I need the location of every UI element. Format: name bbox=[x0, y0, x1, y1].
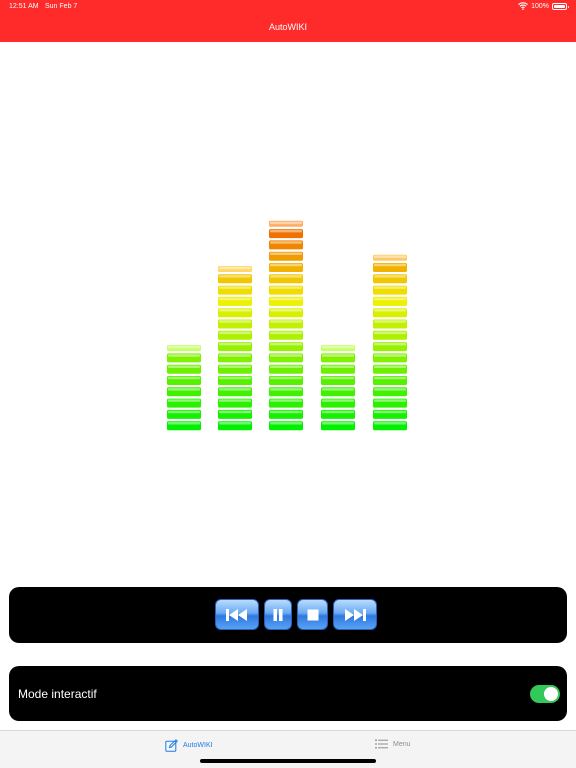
equalizer-segment-shine bbox=[374, 297, 406, 301]
equalizer-segment-shine bbox=[219, 342, 251, 346]
edit-icon bbox=[165, 739, 178, 752]
equalizer-segment-shine bbox=[270, 297, 302, 301]
equalizer-segment-shine bbox=[219, 422, 251, 425]
equalizer-segment-shine bbox=[374, 263, 406, 267]
equalizer-segment-shine bbox=[322, 399, 354, 402]
equalizer-segment-shine bbox=[219, 410, 251, 414]
equalizer-segment-shine bbox=[168, 410, 200, 414]
equalizer-graphic bbox=[167, 220, 407, 431]
equalizer-segment-shine bbox=[322, 345, 354, 349]
equalizer-segment-shine bbox=[219, 297, 251, 301]
equalizer-segment-shine bbox=[374, 286, 406, 289]
stop-icon bbox=[307, 609, 318, 620]
equalizer-segment-shine bbox=[374, 342, 406, 346]
equalizer-segment-shine bbox=[374, 422, 406, 425]
equalizer-segment-shine bbox=[219, 354, 251, 357]
equalizer-segment-shine bbox=[374, 331, 406, 335]
equalizer-segment-shine bbox=[322, 388, 354, 391]
tab-menu[interactable]: Menu bbox=[375, 739, 411, 749]
equalizer-segment-shine bbox=[374, 376, 406, 380]
equalizer-segment-shine bbox=[168, 345, 200, 349]
equalizer-segment-shine bbox=[374, 309, 406, 312]
equalizer-segment-shine bbox=[270, 342, 302, 346]
next-button[interactable] bbox=[333, 599, 377, 630]
previous-button[interactable] bbox=[215, 599, 259, 630]
equalizer-segment-shine bbox=[168, 388, 200, 391]
equalizer-segment-shine bbox=[219, 320, 251, 323]
interactive-mode-label: Mode interactif bbox=[18, 687, 97, 701]
equalizer-segment-shine bbox=[219, 266, 251, 270]
equalizer-segment-shine bbox=[322, 376, 354, 380]
equalizer-segment-shine bbox=[270, 229, 302, 233]
equalizer-segment-shine bbox=[322, 354, 354, 357]
equalizer-segment-shine bbox=[219, 309, 251, 312]
equalizer-segment-shine bbox=[270, 241, 302, 244]
equalizer-segment-shine bbox=[270, 221, 302, 225]
equalizer-segment-shine bbox=[270, 331, 302, 335]
equalizer-segment-shine bbox=[374, 388, 406, 391]
equalizer-segment-shine bbox=[270, 422, 302, 425]
equalizer-segment-shine bbox=[219, 388, 251, 391]
equalizer-segment-shine bbox=[270, 410, 302, 414]
list-icon bbox=[375, 739, 388, 749]
next-icon bbox=[345, 608, 366, 621]
equalizer-segment-shine bbox=[270, 354, 302, 357]
equalizer-segment-shine bbox=[219, 286, 251, 289]
equalizer-segment-shine bbox=[374, 275, 406, 278]
equalizer-segment-shine bbox=[270, 263, 302, 267]
equalizer-segment-shine bbox=[322, 410, 354, 414]
equalizer-segment-shine bbox=[374, 399, 406, 402]
interactive-mode-toggle[interactable] bbox=[530, 685, 560, 703]
equalizer-segment-shine bbox=[219, 365, 251, 368]
tab-autowiki-label: AutoWIKI bbox=[183, 742, 213, 749]
tab-autowiki[interactable]: AutoWIKI bbox=[165, 739, 213, 752]
equalizer-segment-shine bbox=[374, 410, 406, 414]
interactive-mode-row: Mode interactif bbox=[9, 666, 567, 721]
player-controls bbox=[215, 599, 377, 630]
equalizer-segment-shine bbox=[322, 422, 354, 425]
equalizer-segment-shine bbox=[270, 388, 302, 391]
player-controls-bar bbox=[9, 587, 567, 643]
equalizer-segment-shine bbox=[219, 376, 251, 380]
toggle-knob bbox=[544, 687, 558, 701]
equalizer-segment-shine bbox=[270, 376, 302, 380]
equalizer-segment-shine bbox=[270, 365, 302, 368]
pause-button[interactable] bbox=[264, 599, 292, 630]
equalizer-segment-shine bbox=[219, 331, 251, 335]
equalizer-segment-shine bbox=[270, 309, 302, 312]
equalizer-segment-shine bbox=[270, 275, 302, 278]
previous-icon bbox=[226, 608, 247, 621]
equalizer-segment-shine bbox=[168, 399, 200, 402]
equalizer-segment-shine bbox=[219, 399, 251, 402]
equalizer-segment-shine bbox=[270, 286, 302, 289]
equalizer-segment-shine bbox=[168, 422, 200, 425]
stop-button[interactable] bbox=[297, 599, 328, 630]
equalizer-segment-shine bbox=[270, 320, 302, 323]
equalizer-segment-shine bbox=[168, 376, 200, 380]
equalizer-segment-shine bbox=[374, 354, 406, 357]
equalizer-segment-shine bbox=[270, 399, 302, 402]
equalizer-segment-shine bbox=[374, 255, 406, 258]
pause-icon bbox=[273, 608, 283, 621]
home-indicator bbox=[200, 759, 376, 763]
equalizer-segment-shine bbox=[168, 354, 200, 357]
equalizer-segment-shine bbox=[270, 252, 302, 255]
equalizer-segment-shine bbox=[322, 365, 354, 368]
equalizer-segment-shine bbox=[219, 275, 251, 278]
equalizer-segment-shine bbox=[374, 365, 406, 368]
equalizer-segment-shine bbox=[374, 320, 406, 323]
tab-menu-label: Menu bbox=[393, 740, 411, 748]
equalizer-segment-shine bbox=[168, 365, 200, 368]
